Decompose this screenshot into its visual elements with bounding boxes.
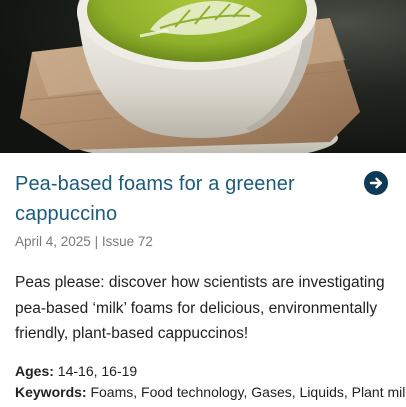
- article-meta: April 4, 2025 | Issue 72: [15, 233, 395, 251]
- keywords-value: Foams, Food technology, Gases, Liquids, …: [86, 383, 406, 400]
- keywords-label: Keywords:: [15, 383, 87, 400]
- title-row: Pea-based foams for a greener cappuccino: [15, 153, 395, 229]
- read-more-button[interactable]: [364, 171, 388, 195]
- ages-value: 14-16, 16-19: [53, 362, 138, 379]
- ages-label: Ages:: [15, 362, 54, 379]
- article-date: April 4, 2025: [15, 234, 91, 249]
- article-description: Peas please: discover how scientists are…: [15, 274, 385, 342]
- arrow-right-icon: [369, 177, 382, 189]
- keywords-row: Keywords: Foams, Food technology, Gases,…: [15, 382, 406, 403]
- article-image[interactable]: [0, 0, 406, 153]
- article-issue: Issue 72: [101, 234, 153, 249]
- card-body: Pea-based foams for a greener cappuccino…: [15, 153, 406, 403]
- meta-separator: |: [90, 234, 102, 249]
- article-title[interactable]: Pea-based foams for a greener cappuccino: [15, 169, 335, 229]
- ages-row: Ages: 14-16, 16-19: [15, 361, 395, 382]
- article-card[interactable]: Pea-based foams for a greener cappuccino…: [0, 0, 406, 407]
- matcha-latte-illustration: [0, 0, 406, 153]
